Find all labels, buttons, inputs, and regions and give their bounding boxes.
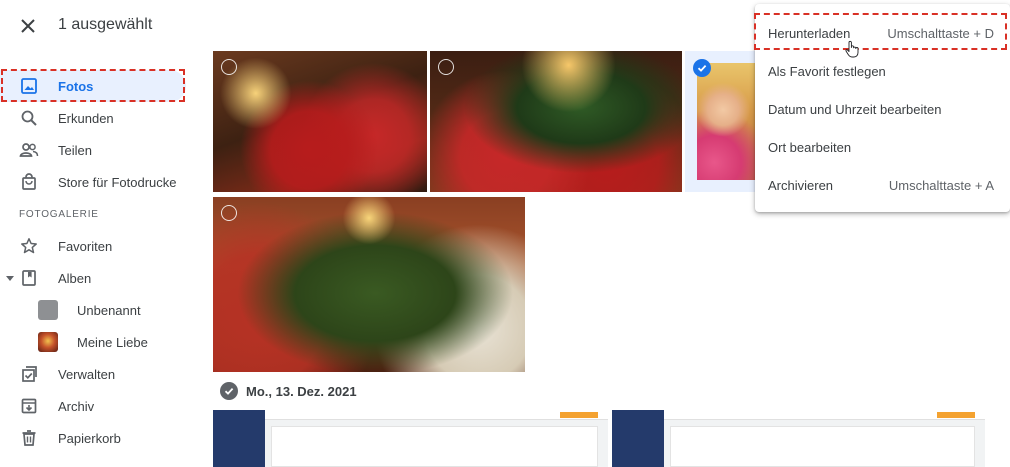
sidebar-item-label: Papierkorb: [58, 430, 121, 446]
sidebar-item-albums[interactable]: Alben: [0, 262, 186, 294]
date-header: Mo., 13. Dez. 2021: [220, 381, 357, 401]
album-thumbnail-photo: [38, 332, 58, 352]
hand-cursor-icon: [845, 40, 859, 58]
sidebar-item-print-store[interactable]: Store für Fotodrucke: [0, 166, 186, 198]
checklist-icon: [19, 364, 39, 384]
date-label: Mo., 13. Dez. 2021: [246, 383, 357, 399]
sidebar-item-trash[interactable]: Papierkorb: [0, 422, 186, 454]
photo-tree-gifts[interactable]: [430, 51, 682, 192]
selected-check-icon[interactable]: [693, 59, 711, 77]
sidebar-item-label: Meine Liebe: [77, 334, 148, 350]
sidebar: Fotos Erkunden Teilen Store für Fotodruc…: [0, 52, 200, 467]
sidebar-item-label: Unbenannt: [77, 302, 141, 318]
sidebar-item-manage[interactable]: Verwalten: [0, 358, 186, 390]
menu-item-edit-date-time[interactable]: Datum und Uhrzeit bearbeiten: [755, 92, 1010, 126]
sidebar-item-label: Teilen: [58, 142, 92, 158]
sidebar-item-label: Favoriten: [58, 238, 113, 254]
photo-gifts-1[interactable]: [213, 51, 427, 192]
screenshot-sidebar: [213, 410, 265, 467]
sidebar-item-label: Store für Fotodrucke: [58, 174, 177, 190]
expand-arrow-icon[interactable]: [4, 272, 16, 284]
download-highlight-frame: [754, 13, 1007, 50]
star-icon: [19, 236, 39, 256]
screenshot-panel: [670, 426, 975, 467]
photo-child-selected[interactable]: [685, 51, 755, 192]
library-section-label: FOTOGALERIE: [19, 209, 99, 220]
menu-item-favorite[interactable]: Als Favorit festlegen: [755, 54, 1010, 88]
screenshot-topbar: [265, 410, 608, 420]
people-icon: [19, 140, 39, 160]
select-day-check-icon[interactable]: [220, 382, 238, 400]
menu-item-archive[interactable]: Archivieren Umschalttaste + A: [755, 168, 1010, 202]
close-icon: [21, 19, 35, 33]
shopping-bag-icon: [19, 172, 39, 192]
archive-icon: [19, 396, 39, 416]
select-circle-icon[interactable]: [438, 59, 454, 75]
sidebar-item-label: Alben: [58, 270, 92, 286]
screenshot-sidebar: [612, 410, 664, 467]
select-circle-icon[interactable]: [221, 205, 237, 221]
search-icon: [19, 108, 39, 128]
menu-item-label: Als Favorit festlegen: [768, 63, 886, 79]
screenshot-accent: [937, 412, 975, 418]
photo-screenshot-1[interactable]: [213, 410, 608, 467]
sidebar-item-label: Verwalten: [58, 366, 116, 382]
screenshot-accent: [560, 412, 598, 418]
photo-image: [697, 63, 755, 180]
sidebar-item-album-unnamed[interactable]: Unbenannt: [0, 294, 186, 326]
photo-living-room-tree[interactable]: [213, 197, 525, 372]
sidebar-item-album-meine-liebe[interactable]: Meine Liebe: [0, 326, 186, 358]
fotos-highlight-frame: [1, 69, 185, 102]
close-button[interactable]: [14, 12, 42, 40]
menu-item-label: Archivieren: [768, 177, 834, 193]
sidebar-item-archive[interactable]: Archiv: [0, 390, 186, 422]
selection-count-title: 1 ausgewählt: [58, 16, 153, 33]
sidebar-item-label: Erkunden: [58, 110, 114, 126]
screenshot-panel: [271, 426, 598, 467]
sidebar-item-explore[interactable]: Erkunden: [0, 102, 186, 134]
sidebar-item-favorites[interactable]: Favoriten: [0, 230, 186, 262]
photo-screenshot-2[interactable]: [612, 410, 985, 467]
menu-item-label: Ort bearbeiten: [768, 139, 852, 155]
menu-item-shortcut: Umschalttaste + A: [888, 177, 994, 193]
sidebar-item-sharing[interactable]: Teilen: [0, 134, 186, 166]
sidebar-item-label: Archiv: [58, 398, 95, 414]
menu-item-label: Datum und Uhrzeit bearbeiten: [768, 101, 942, 117]
select-circle-icon[interactable]: [221, 59, 237, 75]
album-icon: [19, 268, 39, 288]
trash-icon: [19, 428, 39, 448]
menu-item-edit-location[interactable]: Ort bearbeiten: [755, 130, 1010, 164]
album-thumbnail-gray: [38, 300, 58, 320]
